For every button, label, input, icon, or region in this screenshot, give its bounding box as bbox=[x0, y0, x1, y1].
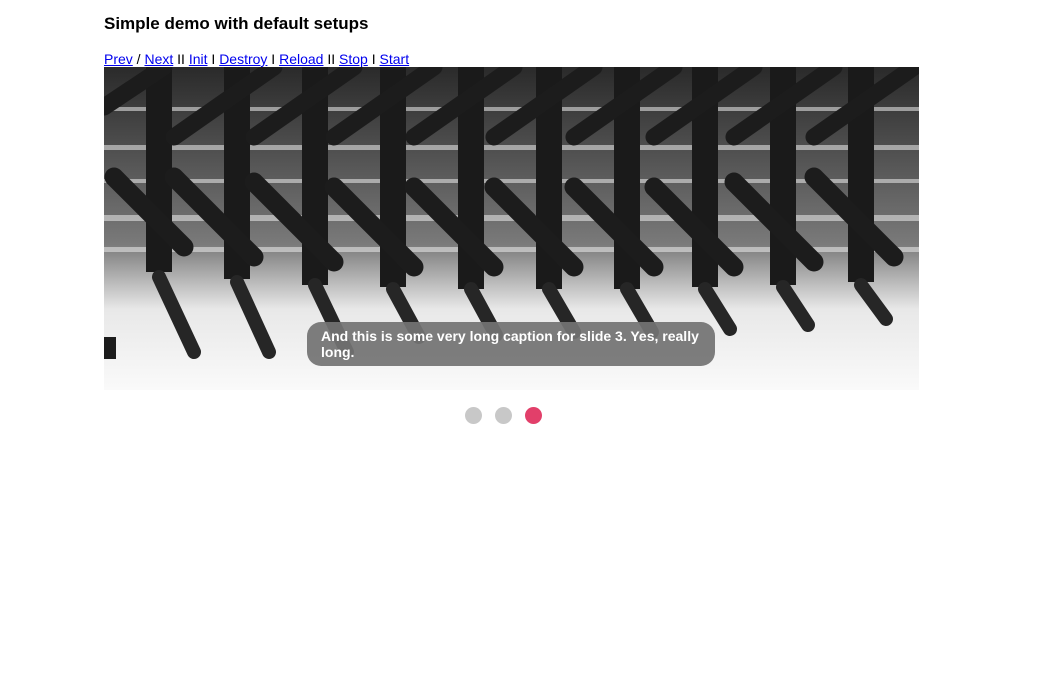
next-link[interactable]: Next bbox=[144, 51, 173, 67]
destroy-link[interactable]: Destroy bbox=[219, 51, 267, 67]
separator: I bbox=[367, 51, 380, 67]
page-title: Simple demo with default setups bbox=[104, 14, 369, 33]
page: Simple demo with default setups Prev / N… bbox=[0, 0, 1042, 688]
prev-link[interactable]: Prev bbox=[104, 51, 133, 67]
slider-controls: Prev / Next II Init I Destroy I Reload I… bbox=[104, 50, 409, 68]
pagination-dot-1[interactable] bbox=[465, 407, 482, 424]
init-link[interactable]: Init bbox=[189, 51, 208, 67]
slider[interactable]: And this is some very long caption for s… bbox=[104, 67, 919, 390]
pagination-dot-3-active[interactable] bbox=[525, 407, 542, 424]
slider-pagination bbox=[465, 407, 542, 424]
stop-link[interactable]: Stop bbox=[339, 51, 368, 67]
start-link[interactable]: Start bbox=[380, 51, 410, 67]
pagination-dot-2[interactable] bbox=[495, 407, 512, 424]
separator: I bbox=[267, 51, 280, 67]
reload-link[interactable]: Reload bbox=[279, 51, 323, 67]
separator: I bbox=[207, 51, 220, 67]
separator: II bbox=[323, 51, 340, 67]
separator: / bbox=[132, 51, 145, 67]
separator: II bbox=[173, 51, 189, 67]
slide-caption: And this is some very long caption for s… bbox=[307, 322, 715, 366]
